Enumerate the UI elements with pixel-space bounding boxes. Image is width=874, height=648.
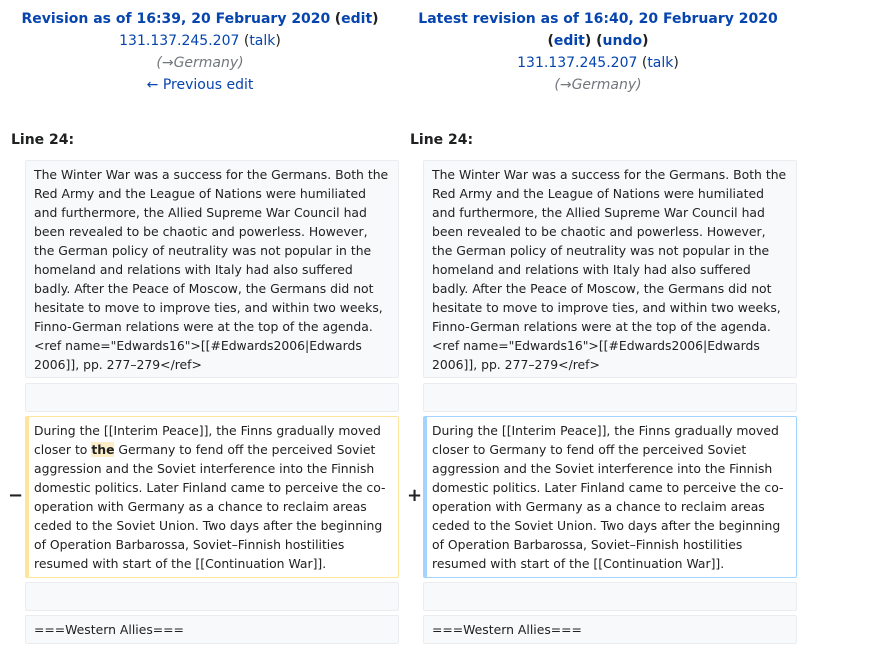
new-edit-link[interactable]: edit xyxy=(554,33,585,49)
old-talk-link[interactable]: talk xyxy=(249,33,275,49)
old-revision-title[interactable]: Revision as of 16:39, 20 February 2020 xyxy=(21,11,330,27)
deleted-paragraph: During the [[Interim Peace]], the Finns … xyxy=(25,416,399,578)
previous-edit-link[interactable]: ← Previous edit xyxy=(147,77,254,93)
deleted-word-highlight: the xyxy=(91,442,115,457)
old-section-heading: ===Western Allies=== xyxy=(25,615,399,644)
old-revision-header: Revision as of 16:39, 20 February 2020 (… xyxy=(0,8,400,96)
old-line-number: Line 24: xyxy=(11,132,75,148)
new-context-paragraph: The Winter War was a success for the Ger… xyxy=(423,160,797,378)
deleted-text-after: Germany to fend off the perceived Soviet… xyxy=(34,442,386,571)
old-edit-summary: (→Germany) xyxy=(156,55,244,71)
old-edit-link[interactable]: edit xyxy=(341,11,372,27)
new-revision-header: Latest revision as of 16:40, 20 February… xyxy=(398,8,798,96)
old-empty-line-2 xyxy=(25,582,399,611)
new-empty-line xyxy=(423,383,797,412)
deletion-marker: − xyxy=(8,485,24,506)
new-edit-summary: (→Germany) xyxy=(554,77,642,93)
old-context-paragraph: The Winter War was a success for the Ger… xyxy=(25,160,399,378)
old-user-link[interactable]: 131.137.245.207 xyxy=(119,33,239,49)
undo-link[interactable]: undo xyxy=(603,33,643,49)
new-talk-link[interactable]: talk xyxy=(647,55,673,71)
new-revision-title[interactable]: Latest revision as of 16:40, 20 February… xyxy=(418,11,777,27)
new-user-link[interactable]: 131.137.245.207 xyxy=(517,55,637,71)
new-line-number: Line 24: xyxy=(410,132,474,148)
old-empty-line xyxy=(25,383,399,412)
addition-marker: + xyxy=(407,485,423,506)
new-empty-line-2 xyxy=(423,582,797,611)
added-paragraph: During the [[Interim Peace]], the Finns … xyxy=(423,416,797,578)
new-section-heading: ===Western Allies=== xyxy=(423,615,797,644)
